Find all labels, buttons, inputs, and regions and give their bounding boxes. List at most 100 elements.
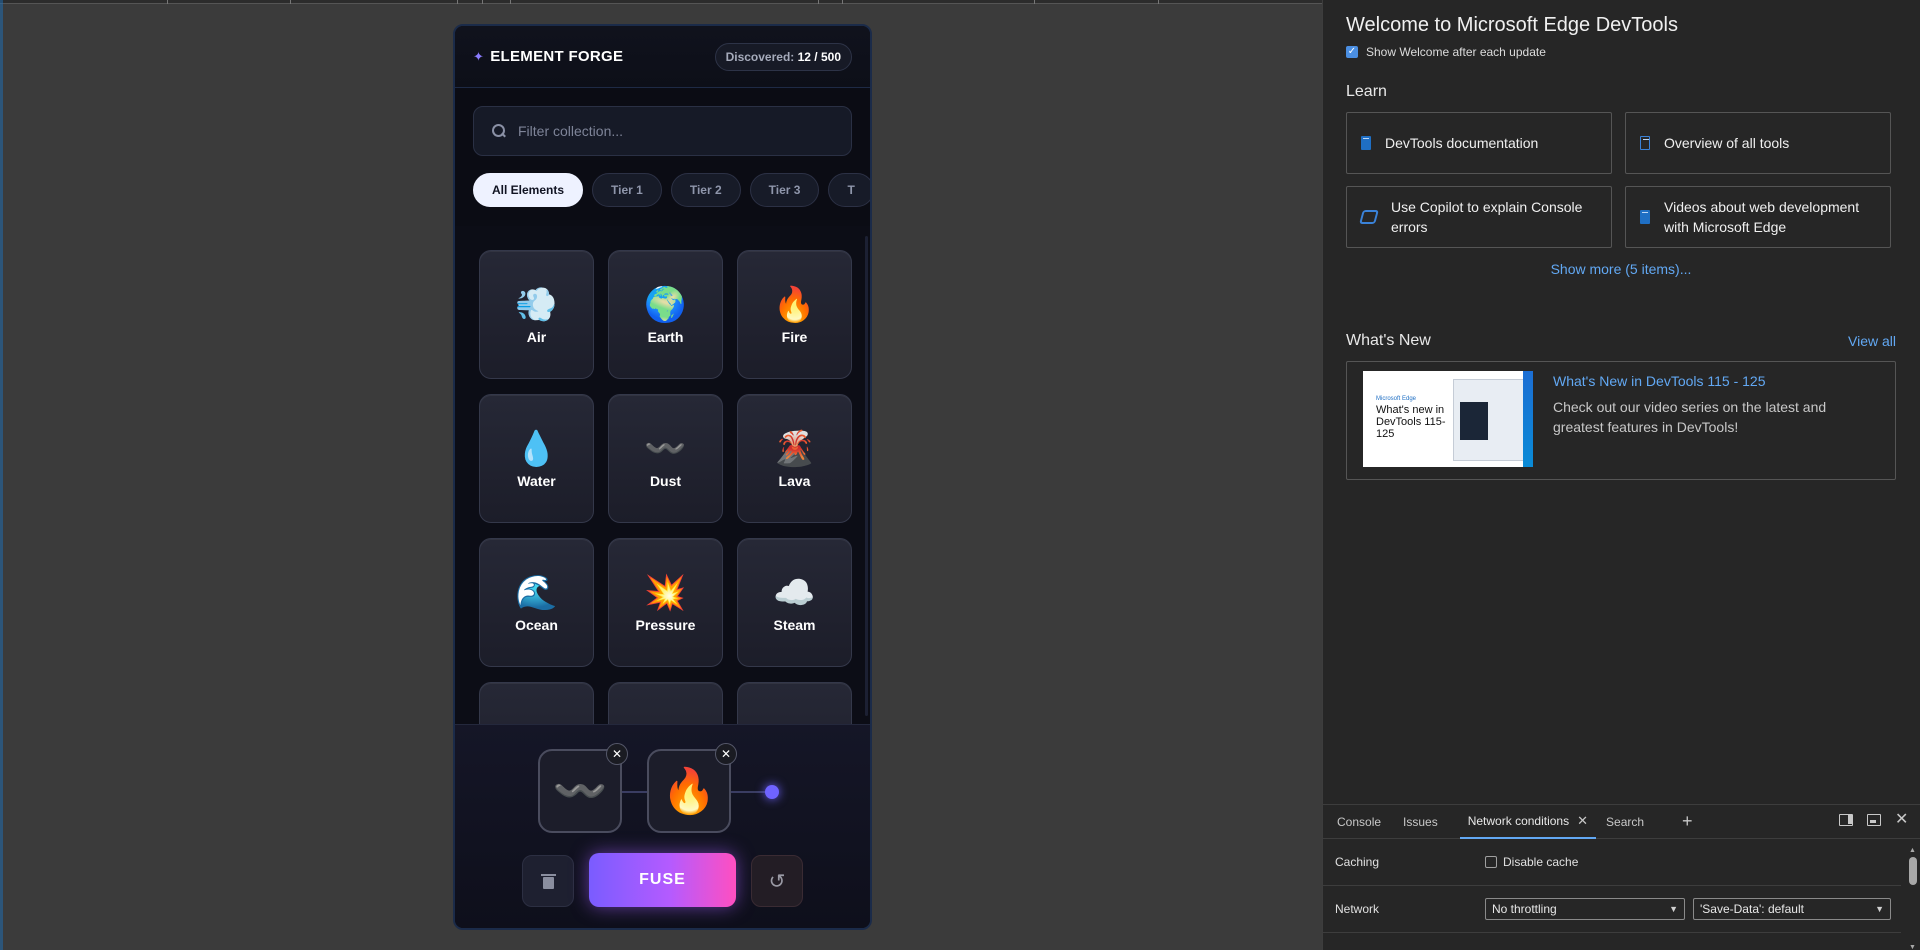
thumb-brand: Microsoft Edge	[1376, 396, 1417, 402]
learn-copilot-console[interactable]: Use Copilot to explain Console errors	[1346, 186, 1612, 248]
element-card-fire[interactable]: 🔥 Fire	[737, 250, 852, 379]
element-card-partial[interactable]	[479, 682, 594, 724]
disable-cache-checkbox[interactable]	[1485, 856, 1497, 868]
element-card-ocean[interactable]: 🌊 Ocean	[479, 538, 594, 667]
element-card-partial[interactable]	[737, 682, 852, 724]
chip-all-elements[interactable]: All Elements	[473, 173, 584, 207]
devtools-panel: Welcome to Microsoft Edge DevTools ✓ Sho…	[1322, 0, 1920, 950]
reset-button[interactable]: ↺	[751, 855, 803, 907]
book-icon	[1640, 210, 1650, 224]
undo-icon: ↺	[768, 870, 786, 893]
element-name: Lava	[778, 472, 811, 489]
dock-side-icon[interactable]	[1839, 814, 1853, 826]
learn-label: DevTools documentation	[1385, 135, 1539, 151]
tier-filter-chips: All Elements Tier 1 Tier 2 Tier 3 T	[455, 156, 870, 214]
fire-icon: 🔥	[773, 285, 816, 324]
scroll-down-icon[interactable]: ▼	[1909, 944, 1916, 950]
element-name: Water	[517, 472, 556, 489]
dust-icon: 〰️	[552, 767, 608, 816]
caching-label: Caching	[1335, 855, 1380, 869]
news-description: Check out our video series on the latest…	[1553, 399, 1827, 435]
learn-devtools-docs[interactable]: DevTools documentation	[1346, 112, 1612, 174]
water-icon: 💧	[515, 429, 558, 468]
element-name: Dust	[649, 472, 682, 489]
element-card-partial[interactable]	[608, 682, 723, 724]
drawer-scrollbar[interactable]: ▲ ▼	[1909, 847, 1917, 950]
copilot-icon	[1359, 210, 1379, 224]
disable-cache-label: Disable cache	[1503, 855, 1579, 869]
trash-icon	[540, 873, 556, 889]
tab-label: Network conditions	[1467, 813, 1570, 828]
close-drawer-icon[interactable]: ✕	[1895, 812, 1909, 828]
welcome-title: Welcome to Microsoft Edge DevTools	[1346, 14, 1678, 36]
element-card-lava[interactable]: 🌋 Lava	[737, 394, 852, 523]
close-tab-icon[interactable]: ✕	[1577, 813, 1588, 829]
element-name: Pressure	[635, 616, 696, 633]
thumb-stripe	[1523, 371, 1533, 467]
app-title: ELEMENT FORGE	[490, 48, 624, 65]
video-thumbnail[interactable]: Microsoft Edge What's new in DevTools 11…	[1363, 371, 1533, 467]
undock-drawer-icon[interactable]	[1867, 814, 1881, 826]
search-icon	[492, 124, 506, 138]
learn-label: Overview of all tools	[1664, 135, 1790, 151]
devtools-drawer: Console Issues Network conditions ✕ Sear…	[1323, 804, 1920, 950]
filter-input[interactable]	[518, 123, 818, 139]
welcome-pane: Welcome to Microsoft Edge DevTools ✓ Sho…	[1346, 14, 1896, 480]
add-tab-icon[interactable]: +	[1682, 811, 1693, 832]
element-name: Fire	[781, 328, 808, 345]
filter-search-box[interactable]	[473, 106, 852, 156]
pressure-icon: 💥	[644, 573, 687, 612]
learn-videos[interactable]: Videos about web development with Micros…	[1625, 186, 1891, 248]
clear-button[interactable]	[522, 855, 574, 907]
show-welcome-row[interactable]: ✓ Show Welcome after each update	[1346, 45, 1896, 59]
whats-new-card[interactable]: Microsoft Edge What's new in DevTools 11…	[1346, 361, 1896, 480]
phone-icon	[1640, 136, 1650, 150]
remove-slot-2-button[interactable]: ✕	[715, 743, 737, 765]
chip-tier-1[interactable]: Tier 1	[592, 173, 662, 207]
thumb-screenshot	[1453, 379, 1527, 461]
network-label: Network	[1335, 902, 1380, 916]
show-welcome-label: Show Welcome after each update	[1366, 45, 1546, 59]
drawer-tabs: Console Issues Network conditions ✕ Sear…	[1323, 805, 1920, 839]
tab-network-conditions[interactable]: Network conditions ✕	[1459, 805, 1597, 839]
learn-heading: Learn	[1346, 83, 1387, 100]
element-name: Ocean	[515, 616, 558, 633]
steam-icon: ☁️	[773, 573, 816, 612]
viewport-edge	[0, 0, 3, 950]
app-brand: ✦ ELEMENT FORGE	[473, 48, 623, 65]
throttling-select[interactable]: No throttling ▼	[1485, 898, 1685, 920]
remove-slot-1-button[interactable]: ✕	[606, 743, 628, 765]
element-card-dust[interactable]: 〰️ Dust	[608, 394, 723, 523]
discovered-counter: Discovered: 12 / 500	[714, 42, 852, 71]
element-card-steam[interactable]: ☁️ Steam	[737, 538, 852, 667]
ocean-icon: 🌊	[515, 573, 558, 612]
tab-console[interactable]: Console	[1337, 805, 1393, 839]
chip-tier-more[interactable]: T	[828, 173, 870, 207]
save-data-value: 'Save-Data': default	[1700, 902, 1804, 916]
show-welcome-checkbox[interactable]: ✓	[1346, 46, 1358, 58]
news-title-link[interactable]: What's New in DevTools 115 - 125	[1553, 373, 1833, 389]
fuse-button[interactable]: FUSE	[589, 853, 736, 907]
show-more-link[interactable]: Show more (5 items)...	[1346, 261, 1896, 277]
element-card-water[interactable]: 💧 Water	[479, 394, 594, 523]
element-name: Air	[526, 328, 547, 345]
discovered-value: 12 / 500	[797, 49, 841, 64]
chip-tier-3[interactable]: Tier 3	[749, 173, 820, 207]
element-card-air[interactable]: 💨 Air	[479, 250, 594, 379]
fusion-slot-2[interactable]: 🔥 ✕	[647, 743, 737, 833]
tab-issues[interactable]: Issues	[1403, 805, 1450, 839]
fire-icon: 🔥	[661, 767, 717, 816]
element-card-earth[interactable]: 🌍 Earth	[608, 250, 723, 379]
scroll-up-icon[interactable]: ▲	[1909, 847, 1916, 854]
view-all-link[interactable]: View all	[1848, 333, 1896, 349]
tab-search[interactable]: Search	[1606, 805, 1656, 839]
scroll-thumb[interactable]	[1909, 857, 1917, 885]
fusion-slot-1[interactable]: 〰️ ✕	[538, 743, 628, 833]
chevron-down-icon: ▼	[1875, 904, 1884, 914]
save-data-select[interactable]: 'Save-Data': default ▼	[1693, 898, 1891, 920]
fuse-panel: 〰️ ✕ 🔥 ✕ FUSE ↺	[455, 724, 870, 928]
learn-overview-tools[interactable]: Overview of all tools	[1625, 112, 1891, 174]
collection-scrollbar[interactable]	[865, 236, 868, 716]
chip-tier-2[interactable]: Tier 2	[670, 173, 741, 207]
element-card-pressure[interactable]: 💥 Pressure	[608, 538, 723, 667]
